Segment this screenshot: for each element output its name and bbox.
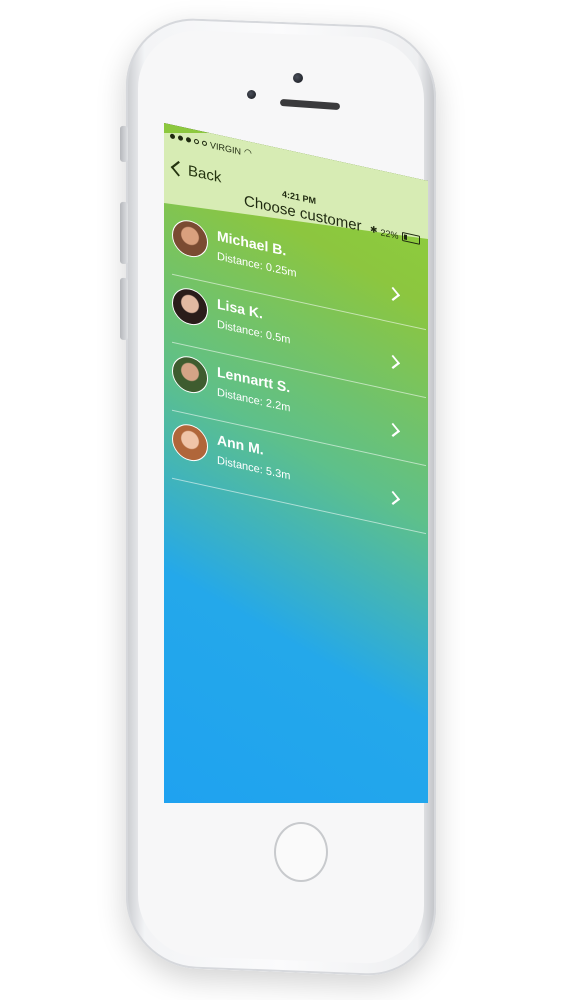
- device-stage: VIRGIN ◠ 4:21 PM ✱ 22% Back Choose custo…: [0, 0, 565, 1000]
- front-camera-icon: [293, 73, 303, 83]
- wifi-icon: ◠: [244, 146, 252, 159]
- volume-down-button: [120, 277, 128, 341]
- customer-avatar: [172, 420, 208, 465]
- home-button[interactable]: [274, 822, 328, 882]
- signal-dot-icon: [178, 135, 183, 142]
- customer-avatar: [172, 284, 208, 329]
- phone-screen: VIRGIN ◠ 4:21 PM ✱ 22% Back Choose custo…: [164, 123, 428, 803]
- chevron-right-icon: [385, 354, 401, 370]
- chevron-right-icon: [385, 422, 401, 438]
- customer-name: Lisa K.: [217, 295, 263, 322]
- proximity-sensor-icon: [247, 90, 256, 99]
- mute-switch: [120, 125, 128, 163]
- customer-distance: Distance: 5.3m: [217, 454, 291, 483]
- volume-up-button: [120, 201, 128, 265]
- customer-avatar: [172, 352, 208, 397]
- chevron-right-icon: [385, 286, 401, 302]
- signal-dot-icon: [186, 136, 191, 143]
- signal-dot-empty-icon: [202, 140, 207, 147]
- signal-dot-icon: [170, 133, 175, 140]
- customer-avatar: [172, 216, 208, 261]
- customer-distance: Distance: 0.5m: [217, 318, 291, 347]
- signal-dot-empty-icon: [194, 138, 199, 145]
- battery-fill: [403, 234, 407, 240]
- chevron-left-icon: [170, 160, 187, 177]
- customer-name: Ann M.: [217, 431, 264, 458]
- chevron-right-icon: [385, 490, 401, 506]
- customer-list: Michael B. Distance: 0.25m Lisa K. Distance…: [164, 205, 428, 535]
- bluetooth-icon: ✱: [370, 223, 378, 236]
